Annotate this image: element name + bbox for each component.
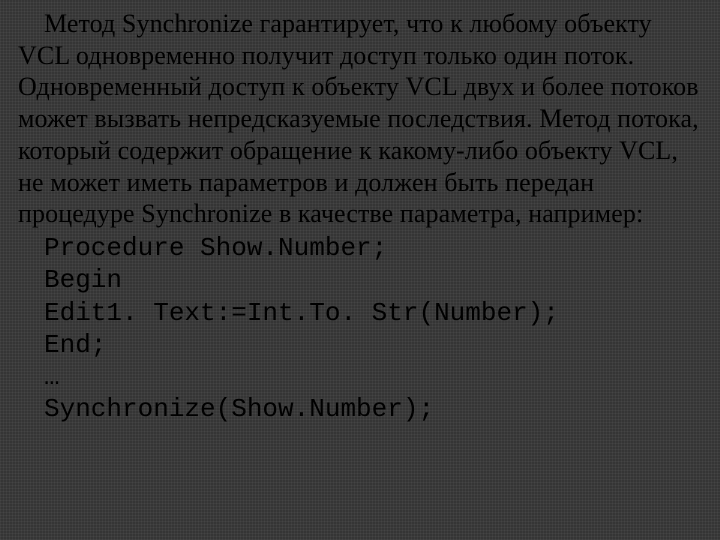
code-line-1: Procedure Show.Number; [18,232,702,264]
slide: Метод Synchronize гарантирует, что к люб… [0,0,720,425]
code-line-4: End; [18,329,702,361]
code-line-3: Edit1. Text:=Int.To. Str(Number); [18,297,702,329]
code-line-2: Begin [18,264,702,296]
paragraph-body: Метод Synchronize гарантирует, что к люб… [18,8,702,230]
code-line-5: … [18,361,702,393]
code-block: Procedure Show.Number; Begin Edit1. Text… [18,232,702,425]
code-line-6: Synchronize(Show.Number); [18,393,702,425]
